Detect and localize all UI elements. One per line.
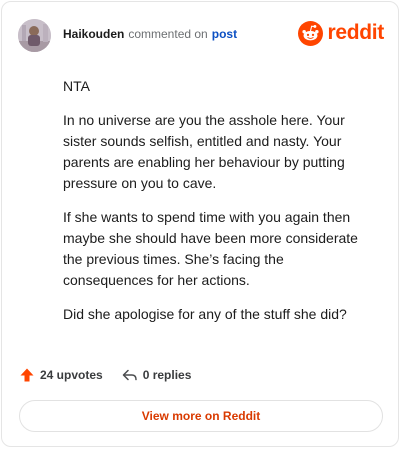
reddit-brand[interactable]: reddit <box>298 21 384 46</box>
comment-paragraph: In no universe are you the asshole here.… <box>63 112 345 191</box>
reddit-snoo-icon <box>298 21 324 46</box>
post-link[interactable]: post <box>212 27 237 41</box>
comment-paragraph: If she wants to spend time with you agai… <box>63 209 358 288</box>
author-name[interactable]: Haikouden <box>63 27 124 41</box>
comment-paragraph: Did she apologise for any of the stuff s… <box>63 306 347 322</box>
comment-footer: 24 upvotes 0 replies <box>19 367 191 383</box>
comment-paragraph: NTA <box>63 78 90 94</box>
upvotes-count: 24 upvotes <box>40 368 103 382</box>
avatar[interactable] <box>18 18 51 52</box>
upvotes[interactable]: 24 upvotes <box>19 367 103 383</box>
upvote-arrow-icon <box>20 368 34 382</box>
comment-embed-card: Haikouden commented on post reddit NTA I… <box>1 1 399 447</box>
comment-body: NTA In no universe are you the asshole h… <box>63 76 368 338</box>
view-more-button[interactable]: View more on Reddit <box>19 400 383 432</box>
replies-count: 0 replies <box>142 368 192 382</box>
commented-on-label: commented on <box>128 27 208 41</box>
replies[interactable]: 0 replies <box>121 367 192 383</box>
user-avatar-image <box>18 18 51 52</box>
comment-header: Haikouden commented on post reddit <box>18 18 384 52</box>
comment-meta: Haikouden commented on post <box>63 27 237 41</box>
reply-arrow-icon <box>122 369 137 381</box>
reddit-wordmark: reddit <box>327 21 384 44</box>
